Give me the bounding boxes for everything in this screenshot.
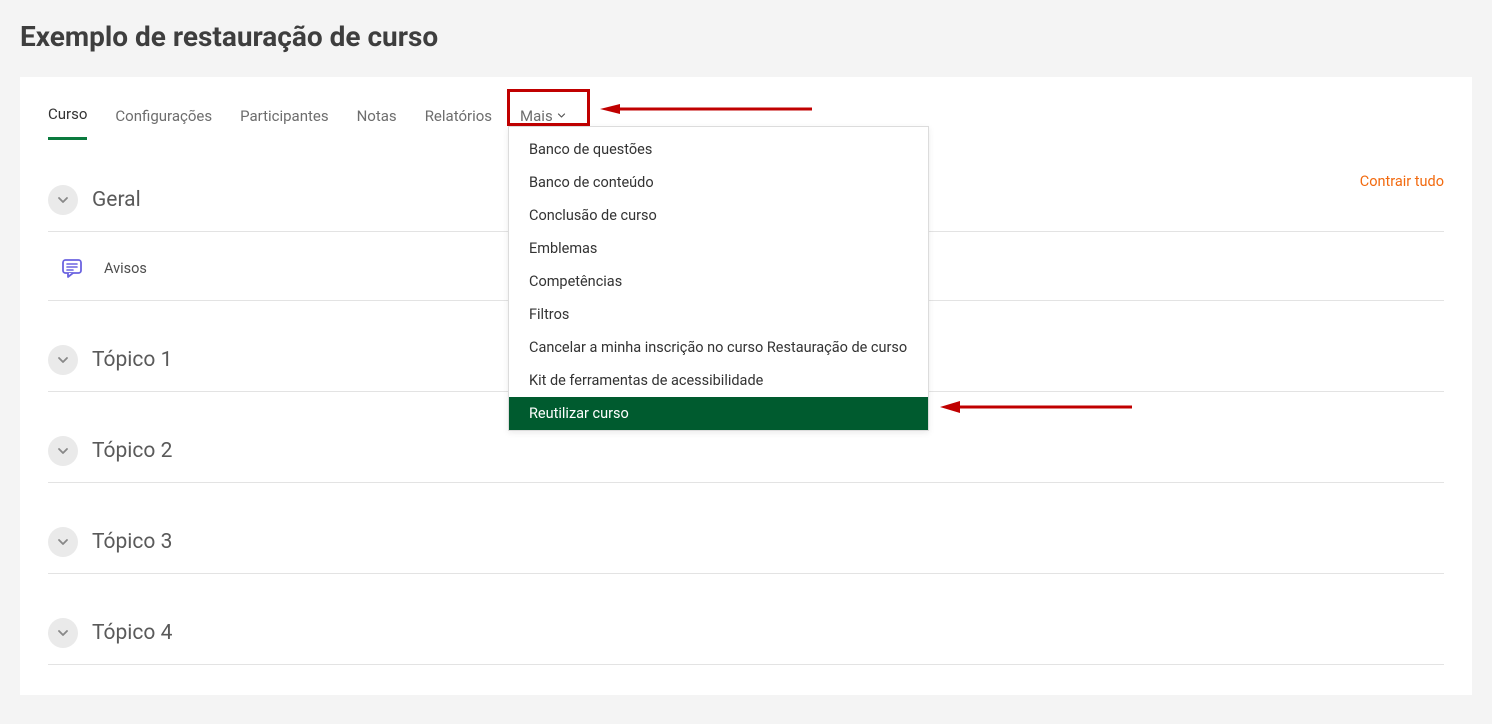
dropdown-item-content-bank[interactable]: Banco de conteúdo [509, 166, 928, 199]
collapse-toggle[interactable] [48, 618, 78, 648]
dropdown-item-competencies[interactable]: Competências [509, 265, 928, 298]
collapse-toggle[interactable] [48, 527, 78, 557]
tab-more-label: Mais [520, 107, 553, 125]
dropdown-item-reuse-course[interactable]: Reutilizar curso [509, 397, 928, 430]
tabs: Curso Configurações Participantes Notas … [48, 77, 1444, 141]
section-title: Tópico 3 [92, 530, 172, 554]
section-header: Tópico 2 [48, 436, 1444, 466]
tab-settings[interactable]: Configurações [115, 101, 212, 139]
activity-label: Avisos [104, 260, 147, 277]
section-topic-4: Tópico 4 [48, 600, 1444, 665]
section-header: Tópico 4 [48, 618, 1444, 648]
collapse-toggle[interactable] [48, 345, 78, 375]
dropdown-item-question-bank[interactable]: Banco de questões [509, 127, 928, 166]
tab-participants[interactable]: Participantes [240, 101, 329, 139]
section-topic-3: Tópico 3 [48, 509, 1444, 574]
dropdown-item-filters[interactable]: Filtros [509, 298, 928, 331]
chevron-down-icon [57, 627, 69, 639]
collapse-toggle[interactable] [48, 185, 78, 215]
more-dropdown: Banco de questões Banco de conteúdo Conc… [508, 126, 929, 431]
page-title: Exemplo de restauração de curso [0, 0, 1492, 77]
chevron-down-icon [57, 445, 69, 457]
forum-icon [60, 256, 84, 280]
section-title: Tópico 4 [92, 621, 172, 645]
tab-reports[interactable]: Relatórios [425, 101, 492, 139]
tab-grades[interactable]: Notas [357, 101, 397, 139]
section-title: Tópico 2 [92, 439, 172, 463]
dropdown-item-unenrol[interactable]: Cancelar a minha inscrição no curso Rest… [509, 331, 928, 364]
dropdown-item-course-completion[interactable]: Conclusão de curso [509, 199, 928, 232]
annotation-arrow-more [596, 104, 816, 126]
section-title: Tópico 1 [92, 348, 172, 372]
collapse-toggle[interactable] [48, 436, 78, 466]
dropdown-item-accessibility-kit[interactable]: Kit de ferramentas de acessibilidade [509, 364, 928, 397]
section-header: Tópico 3 [48, 527, 1444, 557]
chevron-down-icon [57, 354, 69, 366]
course-card: Curso Configurações Participantes Notas … [20, 77, 1472, 695]
chevron-down-icon [57, 194, 69, 206]
dropdown-item-badges[interactable]: Emblemas [509, 232, 928, 265]
chevron-down-icon [57, 536, 69, 548]
tab-course[interactable]: Curso [48, 99, 87, 140]
section-title: Geral [92, 188, 141, 212]
chevron-down-icon [557, 111, 566, 120]
